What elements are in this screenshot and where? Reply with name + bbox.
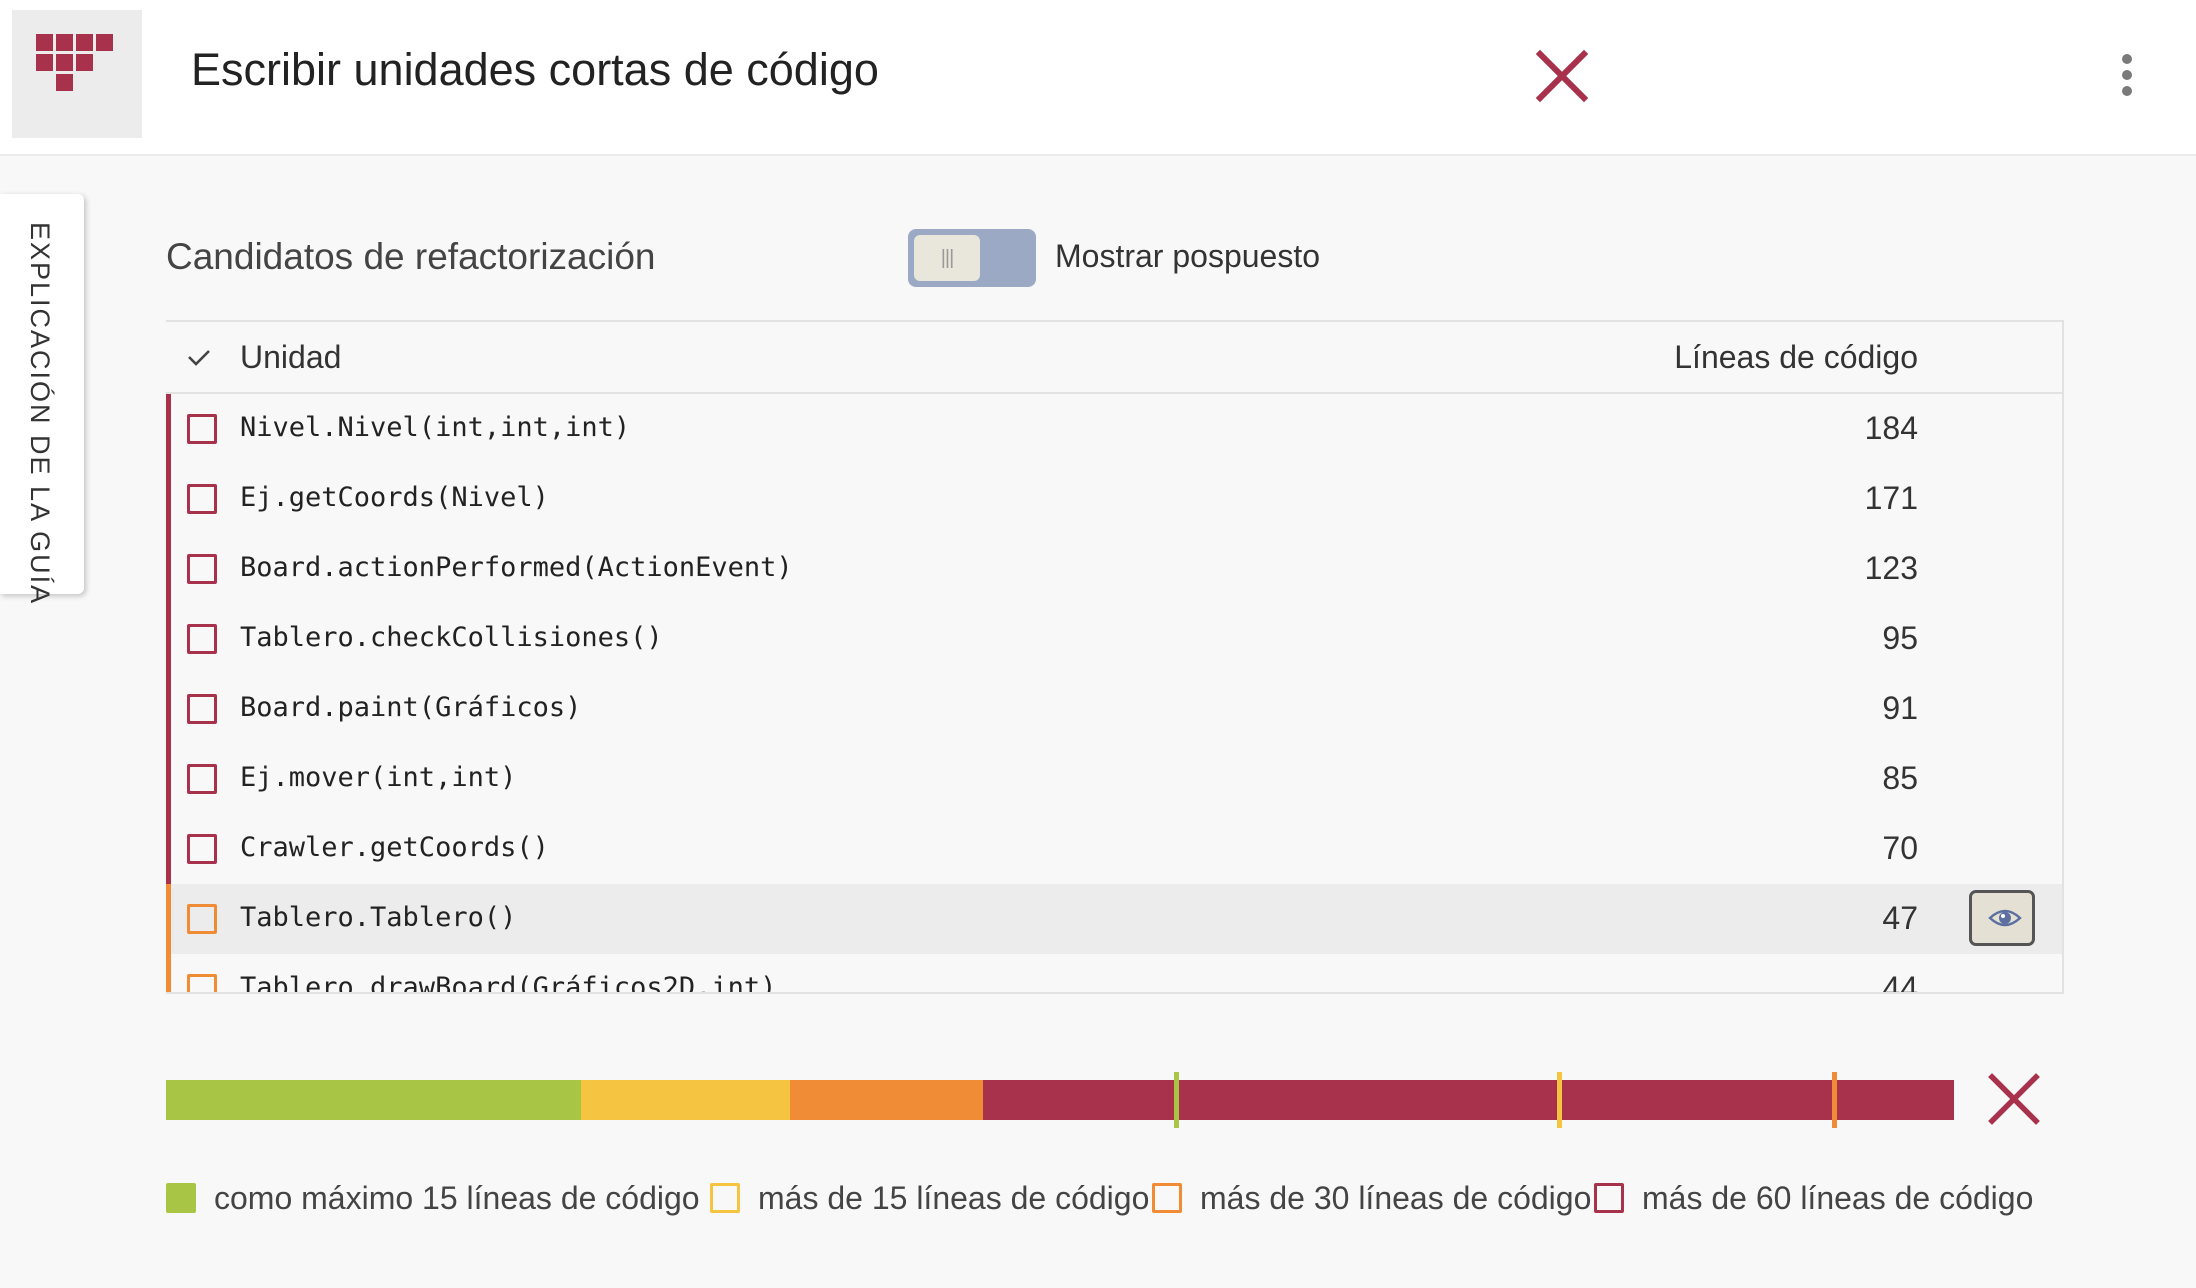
legend-swatch	[710, 1183, 740, 1213]
page-title: Escribir unidades cortas de código	[191, 44, 879, 95]
row-checkbox[interactable]	[187, 974, 217, 992]
column-header-unit[interactable]: Unidad	[240, 339, 341, 376]
unit-name: Nivel.Nivel(int,int,int)	[240, 412, 631, 443]
legend-label: más de 15 líneas de código	[758, 1180, 1150, 1216]
table-row[interactable]: Ej.getCoords(Nivel) 171	[166, 464, 2062, 534]
table-row[interactable]: Crawler.getCoords() 70	[166, 814, 2062, 884]
guide-tab-label: EXPLICACIÓN DE LA GUÍA	[25, 222, 55, 606]
threshold-marker-green	[1174, 1072, 1179, 1128]
lines-of-code-value: 44	[1882, 970, 1918, 994]
row-checkbox[interactable]	[187, 554, 217, 584]
column-header-lines-of-code[interactable]: Líneas de código	[1674, 339, 1918, 376]
app-header: Escribir unidades cortas de código	[0, 0, 2196, 156]
unit-name: Crawler.getCoords()	[240, 832, 549, 863]
lines-of-code-value: 171	[1864, 480, 1918, 516]
legend-swatch	[1594, 1183, 1624, 1213]
legend-label: más de 30 líneas de código	[1200, 1180, 1592, 1216]
table-row[interactable]: Nivel.Nivel(int,int,int) 184	[166, 394, 2062, 464]
table-row[interactable]: Tablero.checkCollisiones() 95	[166, 604, 2062, 674]
distribution-segment-orange	[790, 1080, 984, 1120]
lines-of-code-value: 123	[1864, 550, 1918, 586]
show-postponed-label: Mostrar pospuesto	[1055, 238, 1321, 274]
legend-label: como máximo 15 líneas de código	[214, 1180, 700, 1216]
legend-swatch	[1152, 1183, 1182, 1213]
row-checkbox[interactable]	[187, 764, 217, 794]
unit-name: Ej.getCoords(Nivel)	[240, 482, 549, 513]
toggle-knob: |||	[914, 235, 980, 281]
row-checkbox[interactable]	[187, 624, 217, 654]
table-row[interactable]: Tablero.drawBoard(Gráficos2D,int) 44	[166, 954, 2062, 994]
x-mark-icon	[1988, 1073, 2040, 1125]
unit-name: Board.actionPerformed(ActionEvent)	[240, 552, 793, 583]
risk-distribution-bar	[166, 1072, 1954, 1128]
legend-swatch	[166, 1183, 196, 1213]
threshold-marker-yellow	[1557, 1072, 1562, 1128]
row-checkbox[interactable]	[187, 484, 217, 514]
unit-name: Tablero.checkCollisiones()	[240, 622, 663, 653]
x-mark-icon	[1535, 49, 1589, 103]
row-checkbox[interactable]	[187, 834, 217, 864]
threshold-marker-orange	[1832, 1072, 1837, 1128]
lines-of-code-value: 91	[1882, 690, 1918, 726]
unit-name: Ej.mover(int,int)	[240, 762, 517, 793]
section-title: Candidatos de refactorización	[166, 236, 656, 277]
check-icon[interactable]	[184, 342, 214, 372]
table-row[interactable]: Ej.mover(int,int) 85	[166, 744, 2062, 814]
row-checkbox[interactable]	[187, 904, 217, 934]
lines-of-code-value: 70	[1882, 830, 1918, 866]
view-unit-button[interactable]	[1969, 890, 2035, 946]
distribution-segment-red	[983, 1080, 1954, 1120]
table-row[interactable]: Tablero.Tablero() 47	[166, 884, 2062, 954]
unit-name: Tablero.drawBoard(Gráficos2D,int)	[240, 972, 777, 994]
distribution-segment-green	[166, 1080, 581, 1120]
table-row[interactable]: Board.actionPerformed(ActionEvent) 123	[166, 534, 2062, 604]
lines-of-code-value: 47	[1882, 900, 1918, 936]
unit-name: Tablero.Tablero()	[240, 902, 517, 933]
eye-icon	[1988, 909, 2022, 927]
row-checkbox[interactable]	[187, 414, 217, 444]
guide-explanation-tab[interactable]: EXPLICACIÓN DE LA GUÍA	[0, 194, 84, 605]
lines-of-code-value: 184	[1864, 410, 1918, 446]
more-vertical-icon[interactable]	[2116, 48, 2138, 108]
unit-name: Board.paint(Gráficos)	[240, 692, 582, 723]
distribution-segment-yellow	[581, 1080, 791, 1120]
refactoring-candidates-table: Unidad Líneas de código Nivel.Nivel(int,…	[166, 320, 2064, 994]
show-postponed-toggle[interactable]: |||	[908, 229, 1036, 287]
lines-of-code-value: 85	[1882, 760, 1918, 796]
legend-label: más de 60 líneas de código	[1642, 1180, 2034, 1216]
lines-of-code-value: 95	[1882, 620, 1918, 656]
risk-legend: como máximo 15 líneas de código más de 15…	[166, 1180, 2066, 1220]
table-header: Unidad Líneas de código	[166, 322, 2062, 394]
table-row[interactable]: Board.paint(Gráficos) 91	[166, 674, 2062, 744]
table-body[interactable]: Nivel.Nivel(int,int,int) 184 Ej.getCoords(…	[166, 394, 2062, 994]
row-checkbox[interactable]	[187, 694, 217, 724]
app-logo[interactable]	[12, 10, 142, 138]
